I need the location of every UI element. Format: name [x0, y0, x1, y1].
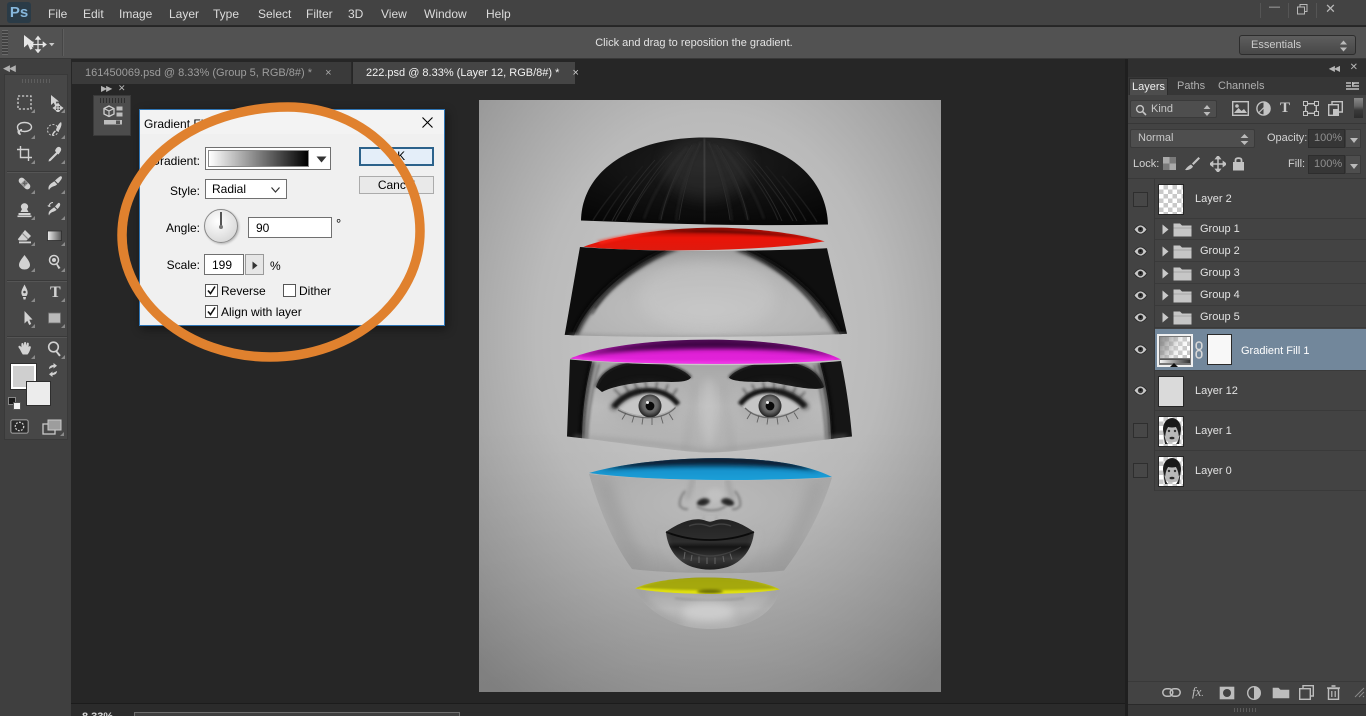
svg-text:T: T — [50, 284, 61, 301]
